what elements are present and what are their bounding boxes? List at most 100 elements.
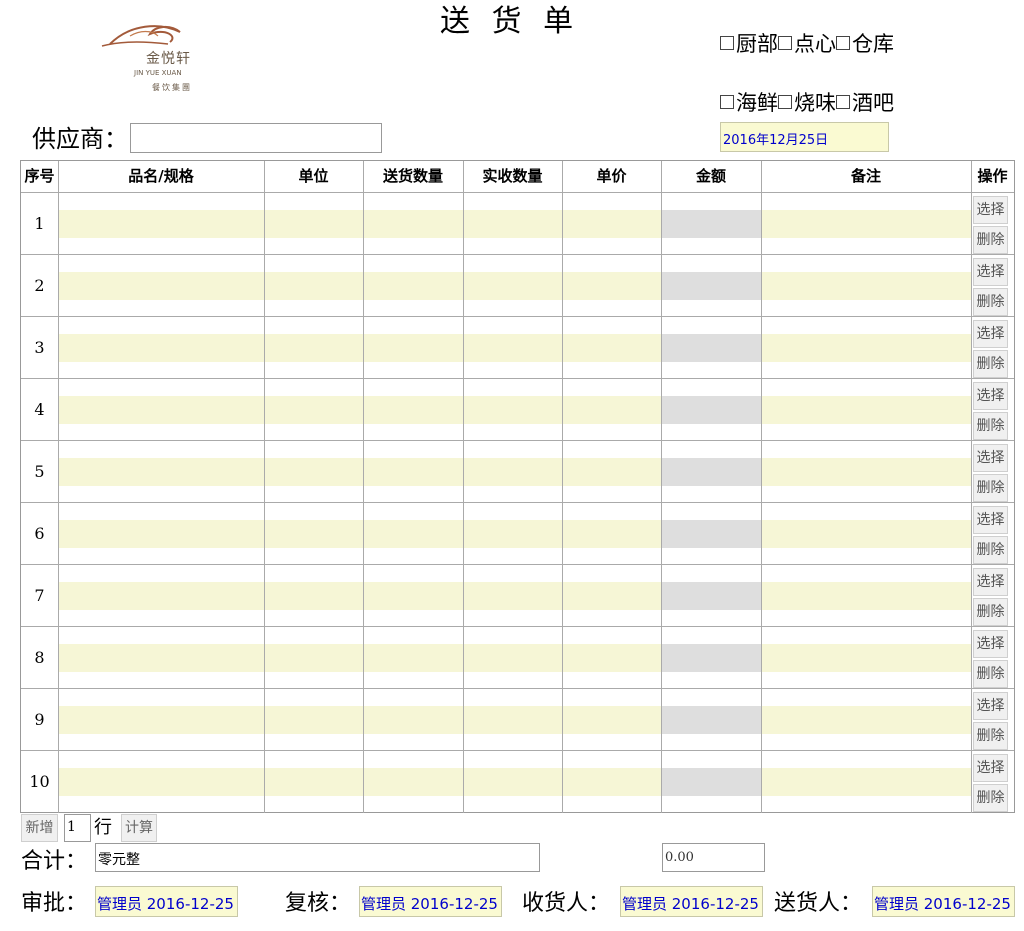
delivered-qty-input[interactable] <box>364 582 463 610</box>
remark-input[interactable] <box>762 334 971 362</box>
unit-input[interactable] <box>265 396 363 424</box>
remark-input[interactable] <box>762 396 971 424</box>
row-count-input[interactable]: 1 <box>64 814 91 842</box>
item-name-input[interactable] <box>59 644 264 672</box>
delete-button[interactable]: 删除 <box>973 350 1008 378</box>
delete-button[interactable]: 删除 <box>973 536 1008 564</box>
delete-button[interactable]: 删除 <box>973 598 1008 626</box>
delivered-qty-input[interactable] <box>364 520 463 548</box>
checkbox-icon[interactable] <box>720 36 734 50</box>
received-qty-input[interactable] <box>464 644 562 672</box>
unit-price-input[interactable] <box>563 520 661 548</box>
unit-input[interactable] <box>265 582 363 610</box>
select-button[interactable]: 选择 <box>973 382 1008 410</box>
delivered-qty-input[interactable] <box>364 210 463 238</box>
delete-button[interactable]: 删除 <box>973 474 1008 502</box>
unit-price-input[interactable] <box>563 272 661 300</box>
date-field[interactable]: 2016年12月25日 <box>720 122 889 152</box>
unit-input[interactable] <box>265 520 363 548</box>
received-qty-input[interactable] <box>464 582 562 610</box>
remark-input[interactable] <box>762 644 971 672</box>
received-qty-input[interactable] <box>464 768 562 796</box>
checkbox-icon[interactable] <box>778 95 792 109</box>
received-qty-input[interactable] <box>464 396 562 424</box>
unit-price-input[interactable] <box>563 210 661 238</box>
unit-price-input[interactable] <box>563 458 661 486</box>
select-button[interactable]: 选择 <box>973 630 1008 658</box>
unit-price-input[interactable] <box>563 706 661 734</box>
remark-input[interactable] <box>762 706 971 734</box>
item-name-input[interactable] <box>59 520 264 548</box>
supplier-input[interactable] <box>130 123 382 153</box>
delivered-qty-input[interactable] <box>364 644 463 672</box>
delete-button[interactable]: 删除 <box>973 660 1008 688</box>
delivered-qty-input[interactable] <box>364 706 463 734</box>
delete-button[interactable]: 删除 <box>973 288 1008 316</box>
checkbox-icon[interactable] <box>836 36 850 50</box>
dept-option-roast[interactable]: 烧味 <box>778 87 836 117</box>
select-button[interactable]: 选择 <box>973 196 1008 224</box>
delivered-qty-input[interactable] <box>364 458 463 486</box>
remark-input[interactable] <box>762 768 971 796</box>
dept-option-warehouse[interactable]: 仓库 <box>836 28 894 58</box>
unit-price-input[interactable] <box>563 334 661 362</box>
unit-input[interactable] <box>265 768 363 796</box>
unit-price-input[interactable] <box>563 396 661 424</box>
unit-input[interactable] <box>265 706 363 734</box>
delete-button[interactable]: 删除 <box>973 412 1008 440</box>
unit-input[interactable] <box>265 272 363 300</box>
delete-button[interactable]: 删除 <box>973 722 1008 750</box>
select-button[interactable]: 选择 <box>973 258 1008 286</box>
unit-input[interactable] <box>265 458 363 486</box>
checkbox-icon[interactable] <box>720 95 734 109</box>
item-name-input[interactable] <box>59 706 264 734</box>
select-button[interactable]: 选择 <box>973 506 1008 534</box>
unit-price-input[interactable] <box>563 644 661 672</box>
approval-field[interactable]: 管理员 2016-12-25 <box>95 886 238 917</box>
select-button[interactable]: 选择 <box>973 568 1008 596</box>
item-name-input[interactable] <box>59 458 264 486</box>
received-qty-input[interactable] <box>464 210 562 238</box>
delivered-qty-input[interactable] <box>364 396 463 424</box>
item-name-input[interactable] <box>59 396 264 424</box>
unit-input[interactable] <box>265 334 363 362</box>
received-qty-input[interactable] <box>464 334 562 362</box>
calculate-button[interactable]: 计算 <box>121 814 157 842</box>
delivered-qty-input[interactable] <box>364 768 463 796</box>
deliverer-field[interactable]: 管理员 2016-12-25 <box>872 886 1015 917</box>
delete-button[interactable]: 删除 <box>973 226 1008 254</box>
dept-option-kitchen[interactable]: 厨部 <box>720 28 778 58</box>
remark-input[interactable] <box>762 582 971 610</box>
select-button[interactable]: 选择 <box>973 754 1008 782</box>
review-field[interactable]: 管理员 2016-12-25 <box>359 886 502 917</box>
select-button[interactable]: 选择 <box>973 444 1008 472</box>
item-name-input[interactable] <box>59 768 264 796</box>
dept-option-bar[interactable]: 酒吧 <box>836 87 894 117</box>
received-qty-input[interactable] <box>464 706 562 734</box>
item-name-input[interactable] <box>59 582 264 610</box>
item-name-input[interactable] <box>59 272 264 300</box>
received-qty-input[interactable] <box>464 520 562 548</box>
remark-input[interactable] <box>762 272 971 300</box>
unit-input[interactable] <box>265 644 363 672</box>
unit-price-input[interactable] <box>563 582 661 610</box>
dept-option-dimsum[interactable]: 点心 <box>778 28 836 58</box>
item-name-input[interactable] <box>59 334 264 362</box>
dept-option-seafood[interactable]: 海鲜 <box>720 87 778 117</box>
unit-input[interactable] <box>265 210 363 238</box>
select-button[interactable]: 选择 <box>973 320 1008 348</box>
unit-price-input[interactable] <box>563 768 661 796</box>
delete-button[interactable]: 删除 <box>973 784 1008 812</box>
item-name-input[interactable] <box>59 210 264 238</box>
delivered-qty-input[interactable] <box>364 334 463 362</box>
checkbox-icon[interactable] <box>836 95 850 109</box>
remark-input[interactable] <box>762 210 971 238</box>
add-row-button[interactable]: 新增 <box>21 814 58 842</box>
received-qty-input[interactable] <box>464 458 562 486</box>
remark-input[interactable] <box>762 458 971 486</box>
receiver-field[interactable]: 管理员 2016-12-25 <box>620 886 763 917</box>
select-button[interactable]: 选择 <box>973 692 1008 720</box>
received-qty-input[interactable] <box>464 272 562 300</box>
remark-input[interactable] <box>762 520 971 548</box>
delivered-qty-input[interactable] <box>364 272 463 300</box>
